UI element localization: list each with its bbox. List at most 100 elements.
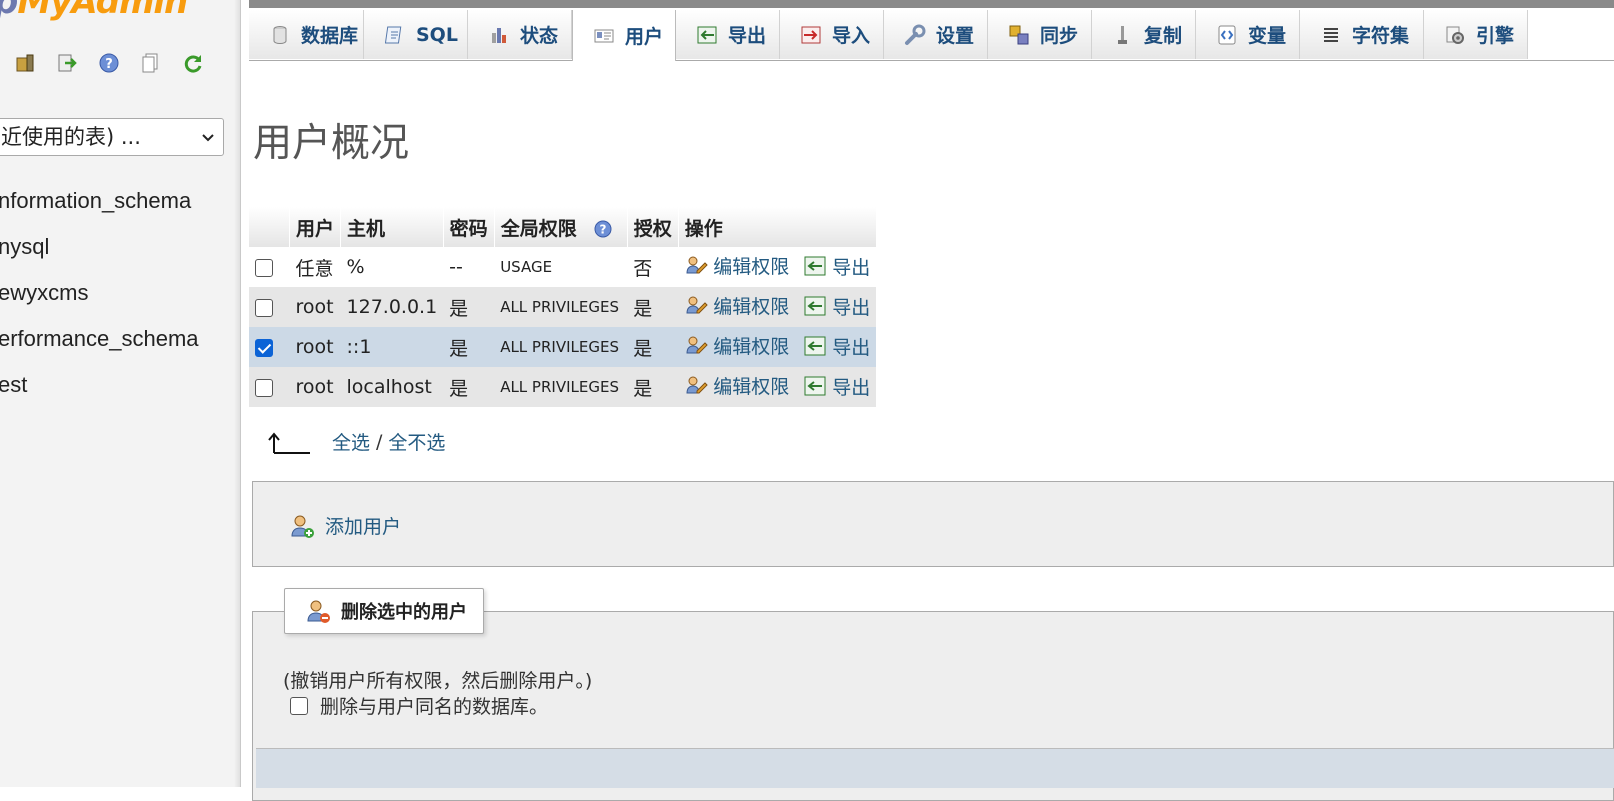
user-cell: root [289,287,341,327]
password-cell: -- [443,247,495,287]
database-item[interactable]: nformation_schema [0,180,199,226]
export-icon [804,296,826,316]
database-item[interactable]: ewyxcms [0,272,199,318]
privileges-cell: ALL PRIVILEGES [494,327,628,367]
chevron-down-icon [202,134,214,142]
reload-icon[interactable] [182,52,204,74]
replication-icon [1112,24,1134,46]
remove-user-icon [307,600,330,623]
logout-icon[interactable] [56,52,78,74]
edit-user-icon [686,336,708,354]
home-icon[interactable] [14,52,36,74]
host-cell: localhost [340,367,444,407]
action-cell: 编辑权限 导出 [678,287,877,327]
users-icon [593,25,615,47]
select-all-link[interactable]: 全选 [332,428,370,455]
action-cell: 编辑权限 导出 [678,367,877,407]
phpmyadmin-logo[interactable]: pMyAdmin [0,0,188,22]
tab-databases[interactable]: 数据库 [249,10,364,59]
row-checkbox-cell [249,287,290,327]
add-user-icon [291,515,314,538]
edit-privileges-link[interactable]: 编辑权限 [684,252,789,279]
row-checkbox-cell [249,367,290,407]
export-icon [804,376,826,396]
export-icon [804,336,826,356]
privileges-cell: USAGE [494,247,628,287]
row-checkbox[interactable] [255,298,273,317]
edit-privileges-link[interactable]: 编辑权限 [684,372,789,399]
help-icon[interactable]: ? [98,52,120,74]
edit-user-icon [686,256,708,274]
edit-privileges-link[interactable]: 编辑权限 [684,332,789,359]
help-icon[interactable]: ? [593,219,613,239]
deselect-all-link[interactable]: 全不选 [388,428,445,455]
page-title: 用户概况 [253,121,410,166]
delete-users-legend: 删除选中的用户 [284,588,484,634]
svg-text:?: ? [105,57,113,72]
charset-icon [1320,24,1342,46]
tab-settings[interactable]: 设置 [884,10,988,59]
recent-tables-select[interactable]: 近使用的表) ... [0,118,224,156]
privileges-cell: ALL PRIVILEGES [494,287,628,327]
engine-icon [1444,24,1466,46]
sync-icon [1008,24,1030,46]
tab-status[interactable]: 状态 [468,10,572,59]
wrench-icon [904,24,926,46]
export-user-link[interactable]: 导出 [803,373,870,400]
export-user-link[interactable]: 导出 [803,253,870,280]
database-item[interactable]: est [0,364,199,410]
export-user-link[interactable]: 导出 [803,333,870,360]
tab-replication[interactable]: 复制 [1092,10,1196,59]
sql-icon [384,24,406,46]
database-item[interactable]: nysql [0,226,199,272]
grant-cell: 是 [627,367,679,407]
password-cell: 是 [443,287,495,327]
database-icon [269,24,291,46]
svg-text:?: ? [600,223,607,237]
arrow-up-icon [268,431,310,454]
add-user-fieldset: 添加用户 [252,481,1614,567]
tab-export[interactable]: 导出 [676,10,780,59]
drop-database-label: 删除与用户同名的数据库。 [320,696,549,718]
drop-database-checkbox[interactable] [290,696,308,715]
table-row: root localhost 是 ALL PRIVILEGES 是 编辑权限 导… [249,367,877,407]
row-checkbox-cell [249,327,290,367]
header-grant: 授权 [627,207,679,247]
row-checkbox[interactable] [255,338,273,357]
user-accounts-table: 用户 主机 密码 全局权限 ? 授权 操作 任意 % -- USAGE 否 编辑… [249,207,877,407]
header-host: 主机 [340,207,444,247]
tab-sql[interactable]: SQL [364,10,468,59]
table-header-row: 用户 主机 密码 全局权限 ? 授权 操作 [249,207,877,247]
host-cell: ::1 [340,327,444,367]
table-row: 任意 % -- USAGE 否 编辑权限 导出 [249,247,877,287]
user-cell: 任意 [289,247,341,287]
add-user-link[interactable]: 添加用户 [289,512,401,539]
grant-cell: 是 [627,287,679,327]
fieldset-footer [256,748,1614,788]
tab-engines[interactable]: 引擎 [1424,10,1528,59]
export-icon [696,24,718,46]
header-user: 用户 [289,207,342,247]
database-item[interactable]: erformance_schema [0,318,199,364]
row-checkbox[interactable] [255,258,273,277]
edit-user-icon [686,296,708,314]
row-checkbox[interactable] [255,378,273,397]
tab-sync[interactable]: 同步 [988,10,1092,59]
user-cell: root [289,327,341,367]
edit-privileges-link[interactable]: 编辑权限 [684,292,789,319]
delete-users-note: (撤销用户所有权限，然后删除用户。) [283,670,593,692]
navigation-panel: pMyAdmin ? 近使用的表) ... nformation_schema … [0,0,241,787]
user-cell: root [289,367,341,407]
docs-icon[interactable] [140,52,162,74]
grant-cell: 否 [627,247,679,287]
host-cell: % [340,247,444,287]
export-user-link[interactable]: 导出 [803,293,870,320]
tab-variables[interactable]: 变量 [1196,10,1300,59]
host-cell: 127.0.0.1 [340,287,444,327]
tab-import[interactable]: 导入 [780,10,884,59]
tab-users[interactable]: 用户 [572,10,676,61]
variables-icon [1216,24,1238,46]
table-row: root 127.0.0.1 是 ALL PRIVILEGES 是 编辑权限 导… [249,287,877,327]
tab-charset[interactable]: 字符集 [1300,10,1424,59]
bulk-select-row: 全选 / 全不选 [266,428,445,455]
